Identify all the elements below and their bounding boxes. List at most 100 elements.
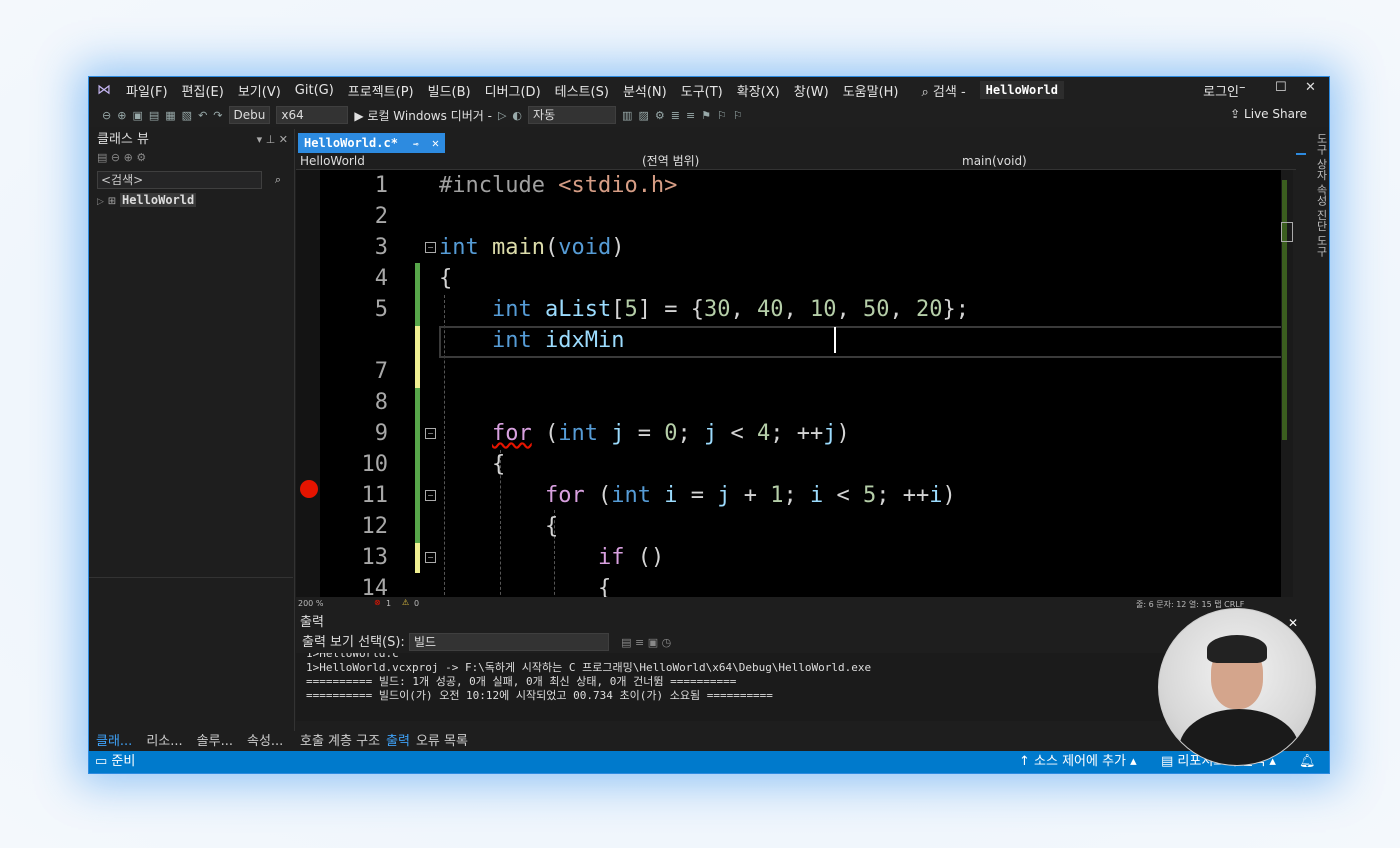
scrollbar-thumb[interactable] — [1281, 222, 1293, 242]
toolbar-icon-b[interactable]: ▨ — [635, 109, 651, 122]
maximize-button[interactable]: ☐ — [1275, 80, 1287, 95]
panel-controls-icon[interactable]: ▾ ⊥ ✕ — [257, 129, 288, 151]
folder-icon[interactable]: ▤ — [97, 151, 107, 164]
vertical-scrollbar[interactable] — [1281, 170, 1293, 597]
live-share-label: Live Share — [1244, 107, 1307, 121]
output-toolbar: 출력 보기 선택(S): 빌드 ▤ ≡ ▣ ◷ — [296, 633, 1296, 653]
nav-function-dropdown[interactable]: main(void) — [962, 153, 1027, 169]
expand-icon[interactable]: ▷ — [97, 197, 104, 207]
menu-debug[interactable]: 디버그(D) — [478, 81, 548, 100]
close-button[interactable]: ✕ — [1305, 80, 1316, 95]
menu-git[interactable]: Git(G) — [288, 83, 341, 98]
menu-build[interactable]: 빌드(B) — [421, 81, 478, 100]
code-line: 7 — [296, 356, 1281, 387]
toolbar-icon-a[interactable]: ▥ — [619, 109, 635, 122]
minimize-button[interactable]: – — [1239, 80, 1246, 95]
menu-view[interactable]: 보기(V) — [231, 81, 288, 100]
add-to-source-control-button[interactable]: ↑ 소스 제어에 추가 ▴ — [1019, 751, 1137, 773]
line-number: 5 — [374, 297, 388, 322]
pin-icon[interactable]: ⊸ — [413, 140, 418, 150]
menu-extensions[interactable]: 확장(X) — [730, 81, 787, 100]
line-number: 3 — [374, 235, 388, 260]
output-line: 1>HelloWorld.vcxproj -> F:\독하게 시작하는 C 프로… — [306, 661, 872, 674]
tree-node-helloworld[interactable]: HelloWorld — [119, 193, 197, 207]
open-icon[interactable]: ▤ — [146, 109, 162, 122]
live-share-button[interactable]: ⇪ Live Share — [1230, 107, 1307, 121]
error-icon[interactable]: ⊗ — [374, 598, 381, 607]
solution-title: HelloWorld — [979, 81, 1064, 99]
save-icon[interactable]: ▦ — [162, 109, 178, 122]
code-line: int idxMin — [491, 328, 625, 353]
class-members-pane — [89, 577, 293, 718]
right-tool-rail[interactable]: 도구 상자 속성 진단 도구 — [1307, 133, 1329, 353]
line-number: 13 — [361, 545, 389, 570]
menu-tools[interactable]: 도구(T) — [674, 81, 730, 100]
tab-helloworld-c[interactable]: HelloWorld.c* ⊸ ✕ — [298, 133, 446, 153]
bottom-panel-tabs: 호출 계층 구조 출력 오류 목록 — [297, 728, 471, 751]
tab-resource-view[interactable]: 리소... — [139, 728, 189, 750]
forward-icon[interactable]: ⊕ — [114, 109, 129, 122]
code-line: 1 #include <stdio.h> — [296, 170, 1281, 201]
login-button[interactable]: 로그인 — [1203, 81, 1239, 100]
close-tab-icon[interactable]: ✕ — [432, 136, 439, 150]
menu-window[interactable]: 창(W) — [787, 81, 836, 100]
output-source-select[interactable]: 빌드 — [408, 633, 609, 651]
save-all-icon[interactable]: ▧ — [179, 109, 195, 122]
new-project-icon[interactable]: ▣ — [129, 109, 145, 122]
line-number: 8 — [374, 390, 388, 415]
output-title: 출력 — [300, 615, 324, 630]
zoom-level[interactable]: 200 % — [298, 599, 323, 608]
bookmark-next-icon[interactable]: ⚐ — [730, 109, 746, 122]
line-number: 4 — [374, 266, 388, 291]
configuration-select[interactable]: Debu — [228, 106, 271, 124]
tab-call-hierarchy[interactable]: 호출 계층 구조 — [297, 728, 383, 751]
settings-icon[interactable]: ⚙ — [136, 151, 146, 164]
presenter-hair — [1207, 635, 1267, 663]
class-view-search-input[interactable]: <검색> ⌕ — [97, 171, 281, 189]
tab-properties[interactable]: 속성... — [240, 728, 290, 750]
redo-icon[interactable]: ↷ — [210, 109, 225, 122]
search-box[interactable]: ⌕ 검색 - — [916, 81, 972, 100]
undo-icon[interactable]: ↶ — [195, 109, 210, 122]
back-icon[interactable]: ⊖ — [99, 109, 114, 122]
menu-file[interactable]: 파일(F) — [119, 81, 175, 100]
menu-analyze[interactable]: 분석(N) — [616, 81, 674, 100]
auto-select[interactable]: 자동 — [528, 106, 617, 124]
hot-reload-icon[interactable]: ◐ — [509, 109, 525, 122]
indent-icon[interactable]: ≣ — [668, 109, 683, 122]
editor-status-strip: 200 % ⊗ 1 ⚠ 0 줄: 6 문자: 12 열: 15 탭 CRLF — [296, 597, 1296, 611]
clear-all-icon[interactable]: ▤ ≡ ▣ ◷ — [621, 636, 671, 649]
forward-nav-icon[interactable]: ⊕ — [124, 151, 133, 164]
code-editor[interactable]: − − − − 1 #include <stdio.h> 2 3 int main(… — [296, 170, 1281, 597]
platform-select[interactable]: x64 — [276, 106, 349, 124]
bookmark-icon[interactable]: ⚑ — [698, 109, 714, 122]
code-line: 5 int aList[5] = {30, 40, 10, 50, 20}; — [296, 294, 1281, 325]
close-icon[interactable]: ✕ — [1288, 616, 1298, 630]
webcam-overlay — [1158, 608, 1316, 766]
live-share-icon: ⇪ — [1230, 107, 1245, 121]
nav-project-dropdown[interactable]: HelloWorld — [300, 153, 365, 169]
nav-scope-dropdown[interactable]: (전역 범위) — [642, 153, 699, 169]
menu-edit[interactable]: 편집(E) — [175, 81, 231, 100]
menu-project[interactable]: 프로젝트(P) — [341, 81, 421, 100]
line-number: 14 — [361, 576, 389, 597]
comment-icon[interactable]: ≡ — [683, 109, 698, 122]
line-number: 2 — [374, 204, 388, 229]
menu-test[interactable]: 테스트(S) — [548, 81, 616, 100]
line-number: 12 — [361, 514, 389, 539]
tab-class-view[interactable]: 클래... — [89, 728, 139, 750]
search-icon[interactable]: ⌕ — [275, 172, 281, 188]
tab-solution-explorer[interactable]: 솔루... — [190, 728, 240, 750]
menu-help[interactable]: 도움말(H) — [836, 81, 906, 100]
tab-output[interactable]: 출력 — [383, 728, 413, 751]
project-icon: ⊞ — [107, 196, 117, 207]
back-nav-icon[interactable]: ⊖ — [111, 151, 120, 164]
toolbar-icon-c[interactable]: ⚙ — [652, 109, 668, 122]
start-debugging-button[interactable]: ▶ 로컬 Windows 디버거 - — [351, 107, 495, 124]
tab-error-list[interactable]: 오류 목록 — [413, 728, 471, 751]
warning-icon[interactable]: ⚠ — [402, 598, 409, 607]
start-without-debugging-icon[interactable]: ▷ — [495, 109, 509, 122]
notification-icon[interactable]: 🔔︎ — [1299, 751, 1316, 773]
output-text[interactable]: 1>HelloWorld.c 1>HelloWorld.vcxproj -> F:… — [296, 653, 1296, 721]
bookmark-prev-icon[interactable]: ⚐ — [714, 109, 730, 122]
